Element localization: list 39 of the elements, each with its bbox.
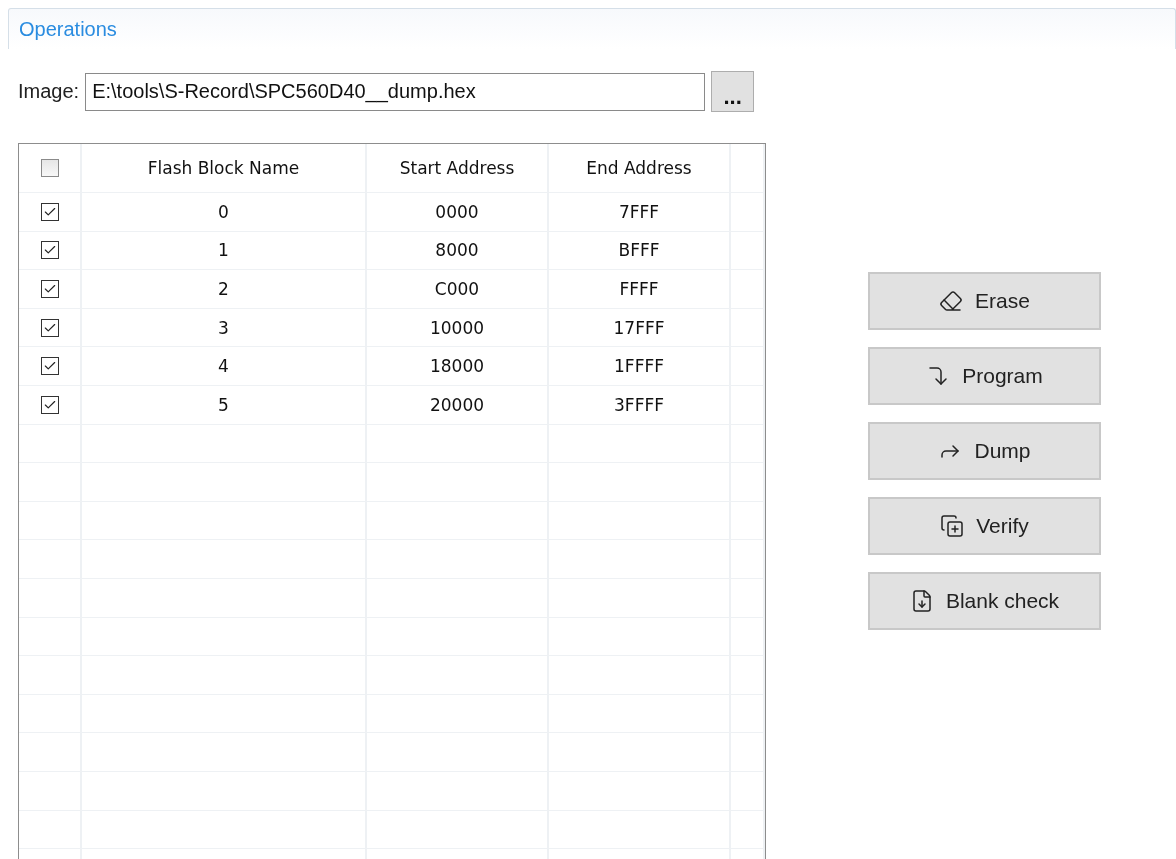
column-header[interactable]: Flash Block Name: [147, 158, 300, 178]
table-cell: 10000: [429, 317, 485, 338]
table-cell: BFFF: [618, 240, 660, 261]
table-cell: 17FFF: [613, 317, 665, 338]
checkbox[interactable]: [40, 395, 59, 414]
table-cell: 0: [218, 201, 229, 222]
checkbox[interactable]: [40, 357, 59, 376]
checkmark-icon: [42, 282, 57, 296]
table-cell: 5: [218, 394, 229, 415]
table-cell: 0000: [435, 201, 479, 222]
table-cell: 2: [218, 279, 229, 299]
checkbox[interactable]: [40, 159, 59, 177]
browse-button[interactable]: ...: [711, 71, 755, 112]
panel-title: Operations: [19, 17, 117, 41]
checkbox[interactable]: [40, 241, 59, 260]
table-cell: 18000: [429, 356, 485, 377]
table-cell: 3: [218, 317, 229, 338]
dump-button[interactable]: Dump: [868, 422, 1101, 480]
program-button[interactable]: Program: [868, 347, 1101, 405]
table-cell: 20000: [429, 394, 485, 415]
table-cell: 1: [218, 240, 229, 261]
image-label: Image:: [18, 80, 80, 103]
table-cell: 8000: [435, 240, 479, 261]
column-header[interactable]: End Address: [586, 158, 692, 178]
erase-button[interactable]: Erase: [868, 272, 1101, 330]
checkbox[interactable]: [40, 202, 59, 221]
table-cell: 3FFFF: [614, 394, 664, 415]
table-cell: C000: [434, 279, 480, 299]
table-cell: FFFF: [619, 279, 659, 299]
column-header[interactable]: Start Address: [399, 158, 515, 178]
checkbox[interactable]: [40, 280, 59, 298]
verify-button[interactable]: Verify: [868, 497, 1101, 555]
table-cell: 1FFFF: [614, 356, 664, 377]
table-cell: 7FFF: [618, 201, 660, 222]
erase-icon: [939, 289, 964, 313]
table-cell: 4: [218, 356, 229, 377]
image-path-field[interactable]: E:\tools\S-Record\SPC560D40__dump.hex: [85, 72, 706, 111]
checkbox[interactable]: [40, 318, 59, 337]
blank-button[interactable]: Blank check: [868, 572, 1101, 630]
